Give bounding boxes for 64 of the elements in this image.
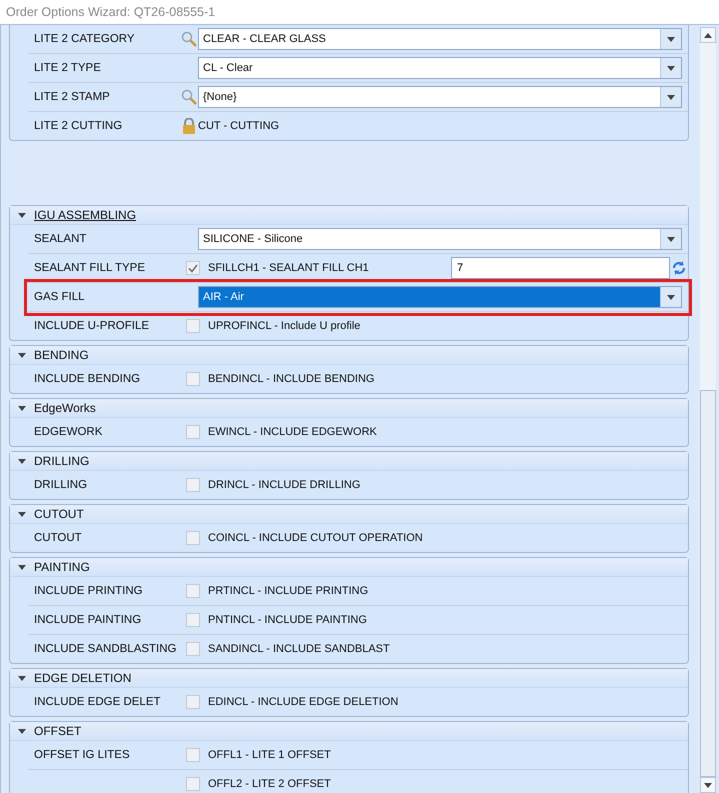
search-icon[interactable] <box>181 31 197 47</box>
dropdown[interactable]: CL - Clear <box>198 57 682 79</box>
scrollbar[interactable] <box>700 27 716 793</box>
field-label: INCLUDE BENDING <box>34 373 142 385</box>
checkbox[interactable] <box>186 748 200 762</box>
checkbox[interactable] <box>186 777 200 791</box>
field-label: CUTOUT <box>34 532 83 544</box>
group-header[interactable]: CUTOUT <box>10 505 688 524</box>
input-field[interactable]: 7 <box>451 257 670 279</box>
field-label: LITE 2 TYPE <box>34 62 102 74</box>
dropdown[interactable]: AIR - Air <box>198 286 682 308</box>
option-text: COINCL - INCLUDE CUTOUT OPERATION <box>208 532 423 544</box>
dropdown[interactable]: SILICONE - Silicone <box>198 228 682 250</box>
group-header[interactable]: EdgeWorks <box>10 399 688 418</box>
field-label: SEALANT <box>34 233 88 245</box>
checkbox[interactable] <box>186 261 200 275</box>
option-text: PNTINCL - INCLUDE PAINTING <box>208 614 367 626</box>
group-header[interactable]: IGU ASSEMBLING <box>10 206 688 225</box>
option-text: UPROFINCL - Include U profile <box>208 320 360 332</box>
option-text: PRTINCL - INCLUDE PRINTING <box>208 585 368 597</box>
checkmark-icon <box>188 264 198 272</box>
field-label: LITE 2 CUTTING <box>34 120 124 132</box>
field-label: SEALANT FILL TYPE <box>34 262 146 274</box>
option-text: EDINCL - INCLUDE EDGE DELETION <box>208 696 398 708</box>
field-label: OFFSET IG LITES <box>34 749 131 761</box>
checkbox[interactable] <box>186 642 200 656</box>
group-header[interactable]: EDGE DELETION <box>10 669 688 688</box>
checkbox[interactable] <box>186 695 200 709</box>
option-text: EWINCL - INCLUDE EDGEWORK <box>208 426 377 438</box>
checkbox[interactable] <box>186 613 200 627</box>
option-text: OFFL1 - LITE 1 OFFSET <box>208 749 331 761</box>
group-header[interactable]: DRILLING <box>10 452 688 471</box>
checkbox[interactable] <box>186 584 200 598</box>
field-label: INCLUDE EDGE DELET <box>34 696 162 708</box>
field-label: INCLUDE SANDBLASTING <box>34 643 178 655</box>
lock-icon <box>182 118 196 134</box>
field-label: INCLUDE PRINTING <box>34 585 144 597</box>
option-text: SFILLCH1 - SEALANT FILL CH1 <box>208 262 369 274</box>
field-label: DRILLING <box>34 479 88 491</box>
dropdown[interactable]: {None} <box>198 86 682 108</box>
search-icon[interactable] <box>181 89 197 105</box>
group-header[interactable]: BENDING <box>10 346 688 365</box>
field-label: INCLUDE PAINTING <box>34 614 142 626</box>
dropdown[interactable]: CLEAR - CLEAR GLASS <box>198 28 682 50</box>
option-text: DRINCL - INCLUDE DRILLING <box>208 479 360 491</box>
field-label: EDGEWORK <box>34 426 104 438</box>
option-text: SANDINCL - INCLUDE SANDBLAST <box>208 643 390 655</box>
checkbox[interactable] <box>186 372 200 386</box>
checkbox[interactable] <box>186 425 200 439</box>
checkbox[interactable] <box>186 531 200 545</box>
option-text: OFFL2 - LITE 2 OFFSET <box>208 778 331 790</box>
field-label: GAS FILL <box>34 291 86 303</box>
group-header[interactable]: OFFSET <box>10 722 688 741</box>
window-title: Order Options Wizard: QT26-08555-1 <box>5 4 216 21</box>
field-label: INCLUDE U-PROFILE <box>34 320 150 332</box>
field-label: LITE 2 CATEGORY <box>34 33 136 45</box>
option-text: BENDINCL - INCLUDE BENDING <box>208 373 374 385</box>
value-text: CUT - CUTTING <box>198 120 280 132</box>
group-header[interactable]: PAINTING <box>10 558 688 577</box>
scroll-up-icon <box>704 32 712 38</box>
checkbox[interactable] <box>186 319 200 333</box>
refresh-icon[interactable] <box>671 260 687 276</box>
checkbox[interactable] <box>186 478 200 492</box>
field-label: LITE 2 STAMP <box>34 91 111 103</box>
